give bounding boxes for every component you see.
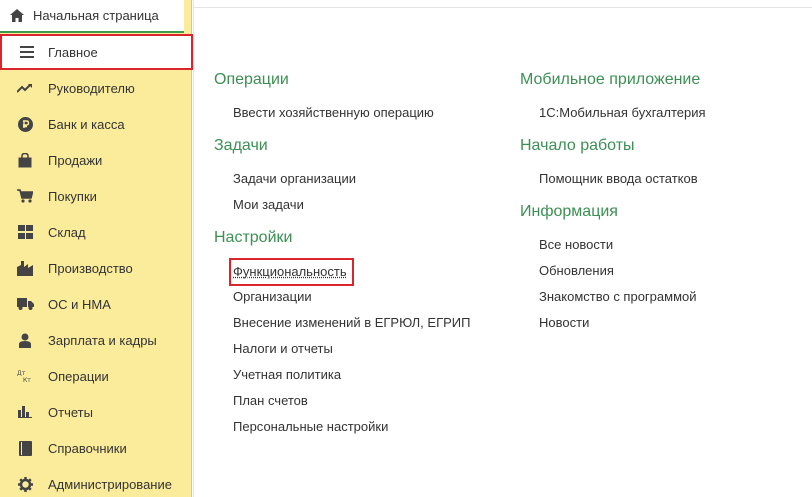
group-operations: Операции Ввести хозяйственную операцию [214, 68, 470, 126]
group-title: Мобильное приложение [520, 68, 706, 92]
link-egrul-changes[interactable]: Внесение изменений в ЕГРЮЛ, ЕГРИП [214, 310, 470, 336]
sidebar-item-operations[interactable]: Дт Кт Операции [0, 358, 192, 394]
group-settings: Настройки Функциональность Организации В… [214, 226, 470, 440]
sidebar-item-label: Зарплата и кадры [48, 333, 157, 348]
sidebar-item-assets[interactable]: ОС и НМА [0, 286, 192, 322]
content-column-2: Мобильное приложение 1С:Мобильная бухгал… [520, 68, 706, 344]
link-functionality[interactable]: Функциональность [214, 258, 470, 284]
link-balance-assistant[interactable]: Помощник ввода остатков [520, 166, 706, 192]
link-enter-operation[interactable]: Ввести хозяйственную операцию [214, 100, 470, 126]
link-mobile-accounting[interactable]: 1С:Мобильная бухгалтерия [520, 100, 706, 126]
link-personal-settings[interactable]: Персональные настройки [214, 414, 470, 440]
debit-credit-icon: Дт Кт [16, 367, 34, 385]
sidebar-item-label: Продажи [48, 153, 102, 168]
book-icon [16, 439, 34, 457]
sidebar: Главное Руководителю Банк и касса Продаж… [0, 34, 192, 497]
sidebar-item-sales[interactable]: Продажи [0, 142, 192, 178]
shopping-bag-icon [16, 151, 34, 169]
sidebar-item-main[interactable]: Главное [0, 34, 193, 70]
sidebar-item-purchases[interactable]: Покупки [0, 178, 192, 214]
sidebar-item-warehouse[interactable]: Склад [0, 214, 192, 250]
bar-chart-icon [16, 403, 34, 421]
group-getting-started: Начало работы Помощник ввода остатков [520, 134, 706, 192]
sidebar-item-label: Администрирование [48, 477, 172, 492]
truck-icon [16, 295, 34, 313]
group-tasks: Задачи Задачи организации Мои задачи [214, 134, 470, 218]
link-accounting-policy[interactable]: Учетная политика [214, 362, 470, 388]
group-title: Начало работы [520, 134, 706, 158]
link-my-tasks[interactable]: Мои задачи [214, 192, 470, 218]
sidebar-item-label: Операции [48, 369, 109, 384]
group-mobile-app: Мобильное приложение 1С:Мобильная бухгал… [520, 68, 706, 126]
svg-text:Кт: Кт [23, 377, 31, 383]
group-title: Настройки [214, 226, 470, 250]
link-all-news[interactable]: Все новости [520, 232, 706, 258]
sidebar-item-label: Банк и касса [48, 117, 125, 132]
link-introduction[interactable]: Знакомство с программой [520, 284, 706, 310]
home-tab-label: Начальная страница [33, 8, 159, 23]
group-title: Операции [214, 68, 470, 92]
sidebar-item-label: Производство [48, 261, 133, 276]
ruble-icon [16, 115, 34, 133]
home-icon [10, 9, 24, 22]
sidebar-item-label: Склад [48, 225, 86, 240]
trend-icon [16, 79, 34, 97]
link-updates[interactable]: Обновления [520, 258, 706, 284]
sidebar-item-directories[interactable]: Справочники [0, 430, 192, 466]
link-news[interactable]: Новости [520, 310, 706, 336]
factory-icon [16, 259, 34, 277]
sidebar-item-reports[interactable]: Отчеты [0, 394, 192, 430]
sidebar-item-label: Отчеты [48, 405, 93, 420]
gear-icon [16, 475, 34, 493]
functionality-highlight: Функциональность [229, 258, 354, 286]
sidebar-item-bank[interactable]: Банк и касса [0, 106, 192, 142]
sidebar-item-label: Справочники [48, 441, 127, 456]
menu-icon [18, 43, 36, 61]
link-functionality-label: Функциональность [233, 264, 347, 279]
sidebar-item-label: ОС и НМА [48, 297, 111, 312]
sidebar-item-label: Главное [48, 45, 98, 60]
group-title: Информация [520, 200, 706, 224]
grid-icon [16, 223, 34, 241]
link-taxes-reports[interactable]: Налоги и отчеты [214, 336, 470, 362]
content-column-1: Операции Ввести хозяйственную операцию З… [214, 68, 470, 448]
sidebar-item-director[interactable]: Руководителю [0, 70, 192, 106]
home-tab[interactable]: Начальная страница [0, 0, 184, 33]
group-title: Задачи [214, 134, 470, 158]
svg-text:Дт: Дт [17, 370, 26, 377]
link-org-tasks[interactable]: Задачи организации [214, 166, 470, 192]
main-content: Операции Ввести хозяйственную операцию З… [193, 0, 812, 497]
cart-icon [16, 187, 34, 205]
sidebar-item-label: Руководителю [48, 81, 135, 96]
person-icon [16, 331, 34, 349]
sidebar-item-production[interactable]: Производство [0, 250, 192, 286]
link-chart-of-accounts[interactable]: План счетов [214, 388, 470, 414]
sidebar-item-salary[interactable]: Зарплата и кадры [0, 322, 192, 358]
sidebar-item-label: Покупки [48, 189, 97, 204]
left-panel: Начальная страница Главное Руководителю … [0, 0, 192, 497]
sidebar-item-admin[interactable]: Администрирование [0, 466, 192, 497]
group-information: Информация Все новости Обновления Знаком… [520, 200, 706, 336]
link-organizations[interactable]: Организации [214, 284, 470, 310]
